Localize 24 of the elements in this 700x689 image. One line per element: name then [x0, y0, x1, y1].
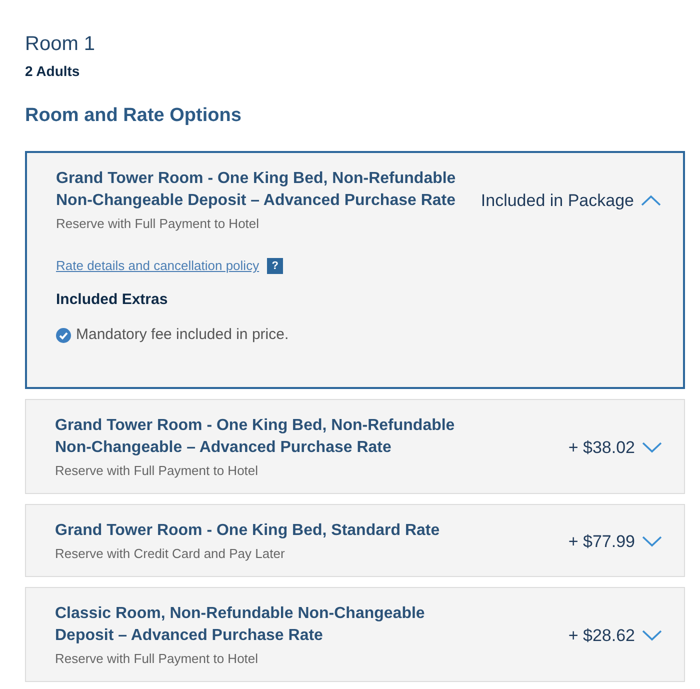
payment-terms: Reserve with Credit Card and Pay Later — [55, 545, 285, 563]
rate-name: Grand Tower Room - One King Bed, Non-Refundable Non-Changeable Deposit – Advanced Purchase Rate — [56, 169, 457, 211]
rate-name: Grand Tower Room - One King Bed, Non-Refundable Non-Changeable – Advanced Purchase Rate — [55, 416, 456, 458]
chevron-up-icon[interactable] — [641, 195, 661, 206]
room-title: Room 1 — [25, 32, 96, 57]
chevron-down-icon[interactable] — [642, 442, 662, 453]
rate-price: Included in Package — [480, 190, 634, 212]
payment-terms: Reserve with Full Payment to Hotel — [56, 215, 260, 233]
extra-item-text: Mandatory fee included in price. — [76, 325, 289, 345]
rate-name: Classic Room, Non-Refundable Non-Changeable Deposit – Advanced Purchase Rate — [55, 604, 426, 646]
check-circle-icon — [56, 328, 71, 342]
chevron-down-icon[interactable] — [642, 630, 662, 641]
extras-heading: Included Extras — [56, 290, 168, 310]
payment-terms: Reserve with Full Payment to Hotel — [55, 650, 258, 668]
help-button[interactable]: ? — [267, 258, 284, 274]
rate-name: Grand Tower Room - One King Bed, Standard Rate — [55, 521, 440, 541]
rate-price: + $38.02 — [568, 436, 635, 458]
rate-price: + $28.62 — [568, 624, 635, 646]
guest-count: 2 Adults — [25, 62, 80, 81]
rate-details-link[interactable]: Rate details and cancellation policy — [56, 257, 262, 275]
section-title: Room and Rate Options — [25, 104, 242, 128]
rate-price: + $77.99 — [568, 530, 635, 552]
payment-terms: Reserve with Full Payment to Hotel — [55, 462, 258, 480]
chevron-down-icon[interactable] — [642, 536, 662, 547]
